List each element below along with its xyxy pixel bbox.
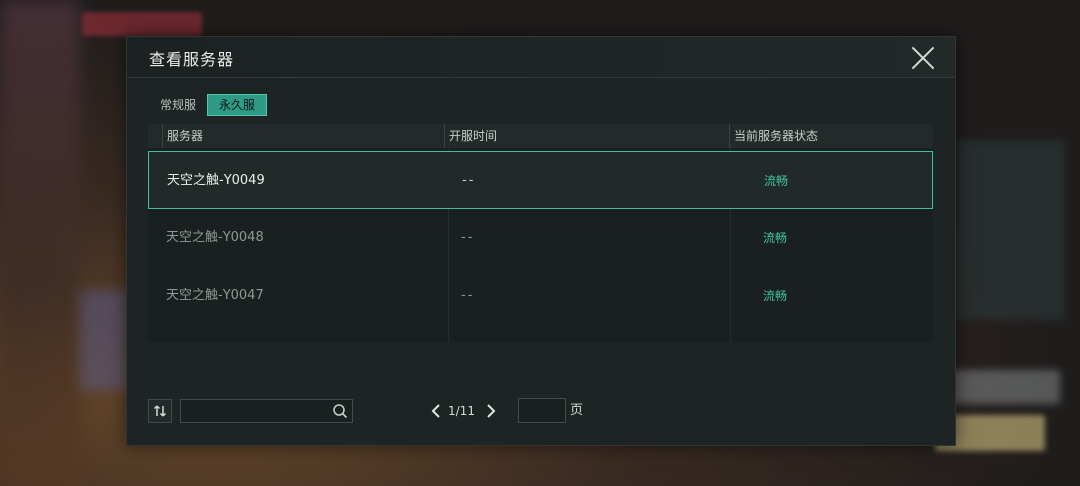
open-time: --	[462, 173, 476, 188]
table-row[interactable]: 天空之触-Y0047 -- 流畅	[148, 267, 933, 325]
sort-swap-icon	[153, 405, 167, 417]
table-row[interactable]: 天空之触-Y0048 -- 流畅	[148, 209, 933, 267]
header-open-time: 开服时间	[444, 124, 497, 148]
sort-button[interactable]	[148, 399, 172, 423]
background-blur-card	[80, 290, 130, 390]
header-server: 服务器	[162, 124, 203, 148]
next-page-icon[interactable]	[484, 401, 498, 421]
server-list-dialog: 查看服务器 常规服 永久服 服务器 开服时间 当前服务器状态 天空之触-Y004…	[126, 36, 956, 446]
background-blur-panel	[955, 140, 1065, 320]
header-status: 当前服务器状态	[729, 124, 818, 148]
background-blur-left	[0, 0, 80, 486]
search-box	[180, 399, 353, 423]
dialog-header: 查看服务器	[127, 37, 955, 78]
table-row[interactable]: 天空之触-Y0049 -- 流畅	[148, 151, 933, 209]
background-blur-banner	[82, 12, 202, 36]
page-indicator: 1/11	[448, 404, 475, 418]
server-name: 天空之触-Y0047	[166, 288, 264, 303]
server-status: 流畅	[763, 289, 788, 303]
server-status: 流畅	[764, 174, 789, 188]
table-header: 服务器 开服时间 当前服务器状态	[148, 124, 933, 148]
close-icon[interactable]	[911, 46, 935, 70]
tab-permanent-server[interactable]: 永久服	[207, 94, 268, 116]
server-name: 天空之触-Y0048	[166, 230, 264, 245]
background-blur-button	[940, 370, 1060, 404]
dialog-title: 查看服务器	[149, 50, 235, 69]
server-table: 服务器 开服时间 当前服务器状态 天空之触-Y0049 -- 流畅 天空之触-Y…	[148, 124, 933, 342]
open-time: --	[461, 288, 475, 303]
server-status: 流畅	[763, 231, 788, 245]
server-type-tabs: 常规服 永久服	[149, 94, 268, 118]
search-icon[interactable]	[332, 403, 348, 419]
server-name: 天空之触-Y0049	[167, 173, 265, 188]
page-number-input[interactable]	[518, 398, 566, 423]
search-input[interactable]	[181, 400, 338, 422]
page-unit-label: 页	[570, 403, 584, 418]
previous-page-icon[interactable]	[429, 401, 443, 421]
tab-regular-server[interactable]: 常规服	[149, 94, 207, 116]
open-time: --	[461, 230, 475, 245]
